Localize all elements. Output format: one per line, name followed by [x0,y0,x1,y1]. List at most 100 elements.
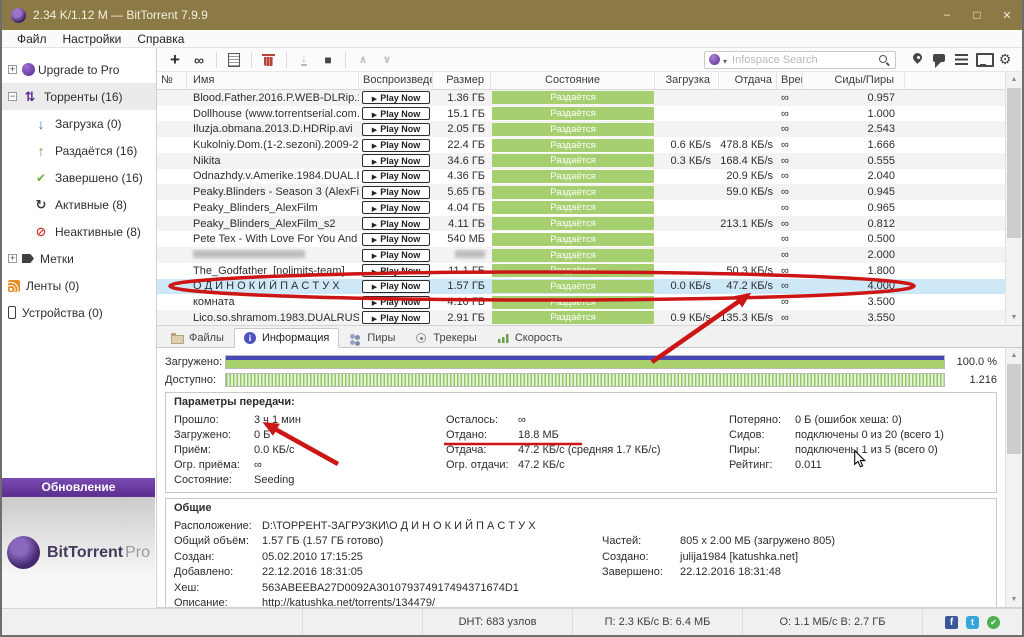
close-icon[interactable] [992,0,1022,30]
column-header[interactable]: Загрузка [655,72,719,89]
scroll-up-icon[interactable] [1006,348,1022,363]
play-icon [372,140,380,150]
queue-down-icon[interactable] [375,50,399,69]
column-header[interactable]: Размер [433,72,491,89]
tab-trackers[interactable]: Трекеры [405,328,486,348]
bittorrent-window: 2.34 K/1.12 M — BitTorrent 7.9.9 ФайлНас… [0,0,1024,637]
monitor-icon[interactable] [972,50,994,69]
start-download-icon[interactable] [292,50,316,69]
queue-up-icon[interactable] [351,50,375,69]
tab-peers[interactable]: Пиры [339,328,405,348]
table-row[interactable]: Pete Tex - With Love For You And Me ... … [157,231,1005,247]
general-value: 05.02.2010 17:15:25 [262,551,363,563]
maximize-icon[interactable] [962,0,992,30]
play-now-button[interactable]: Play Now [362,123,430,136]
play-now-button[interactable]: Play Now [362,139,430,152]
column-header[interactable]: Воспроизведе... [359,72,433,89]
table-row[interactable]: комната Play Now 4.10 ГБ Раздаётся ∞ 3.5… [157,294,1005,310]
twitter-icon[interactable] [966,616,979,629]
expander-icon[interactable]: − [8,92,17,101]
remove-torrent-icon[interactable] [257,50,281,69]
menu-item[interactable]: Файл [10,32,54,46]
table-row[interactable]: Peaky.Blinders - Season 3 (AlexFilm) ...… [157,184,1005,200]
scroll-thumb[interactable] [1007,364,1021,454]
sidebar-item-device[interactable]: Устройства (0) [2,299,156,326]
table-scrollbar[interactable] [1005,72,1022,325]
column-header[interactable]: Имя [187,72,359,89]
menu-item[interactable]: Настройки [56,32,129,46]
play-now-button[interactable]: Play Now [362,201,430,214]
column-header[interactable]: Состояние [491,72,655,89]
play-now-button[interactable]: Play Now [362,264,430,277]
pin-icon[interactable] [906,50,928,69]
sidebar-item-check[interactable]: Завершено (16) [2,164,156,191]
sidebar-item-globe[interactable]: + Upgrade to Pro [2,56,156,83]
add-torrent-icon[interactable] [163,50,187,69]
info-scrollbar[interactable] [1005,348,1022,607]
sidebar-item-tag[interactable]: + Метки [2,245,156,272]
expander-icon[interactable]: + [8,254,17,263]
general-label-right: Завершено: [602,566,680,578]
table-row[interactable]: Lico.so.shramom.1983.DUALRUS.BDRi... Pla… [157,310,1005,325]
scroll-thumb[interactable] [1007,88,1021,238]
play-now-button[interactable]: Play Now [362,91,430,104]
column-header[interactable]: Сиды/Пиры [803,72,905,89]
table-row[interactable]: Odnazhdy.v.Amerike.1984.DUAL.BDRi... Pla… [157,169,1005,185]
add-link-icon[interactable] [187,50,211,69]
cell-size: 540 МБ [433,233,491,245]
play-now-button[interactable]: Play Now [362,217,430,230]
sidebar-item-arrow-down[interactable]: Загрузка (0) [2,110,156,137]
settings-icon[interactable] [994,50,1016,69]
search-icon[interactable] [877,53,891,67]
play-now-button[interactable]: Play Now [362,107,430,120]
tab-info[interactable]: Информация [234,328,339,348]
table-row[interactable]: Peaky_Blinders_AlexFilm Play Now 4.04 ГБ… [157,200,1005,216]
sidebar-item-rss[interactable]: Ленты (0) [2,272,156,299]
play-now-button[interactable]: Play Now [362,311,430,324]
play-now-button[interactable]: Play Now [362,249,430,262]
sidebar-item-inactive[interactable]: Неактивные (8) [2,218,156,245]
sidebar-item-arrow-up[interactable]: Раздаётся (16) [2,137,156,164]
status-ok-icon[interactable] [987,616,1000,629]
cell-size: 11.1 ГБ [433,265,491,277]
table-row[interactable]: The_Godfather_[nolimits-team] Play Now 1… [157,263,1005,279]
column-header[interactable]: № [157,72,187,89]
tab-speed[interactable]: Скорость [487,328,573,348]
list-icon[interactable] [950,50,972,69]
table-row[interactable]: Nikita Play Now 34.6 ГБ Раздаётся 0.3 КБ… [157,153,1005,169]
expander-icon[interactable]: + [8,65,17,74]
facebook-icon[interactable] [945,616,958,629]
table-row[interactable]: Iluzja.obmana.2013.D.HDRip.avi Play Now … [157,121,1005,137]
table-row[interactable]: Play Now Раздаётся ∞ 2.000 [157,247,1005,263]
table-row[interactable]: Dollhouse (www.torrentserial.com.ua) Pla… [157,106,1005,122]
tab-folder[interactable]: Файлы [161,328,234,348]
cell-download-speed: 0.6 КБ/s [655,139,719,151]
scroll-up-icon[interactable] [1006,72,1022,87]
column-header[interactable]: Время [777,72,803,89]
menu-item[interactable]: Справка [130,32,191,46]
play-now-button[interactable]: Play Now [362,170,430,183]
sidebar-item-torrents[interactable]: − Торренты (16) [2,83,156,110]
minimize-icon[interactable] [932,0,962,30]
table-row[interactable]: О Д И Н О К И Й П А С Т У Х Play Now 1.5… [157,279,1005,295]
sidebar-item-refresh[interactable]: Активные (8) [2,191,156,218]
info-field: Рейтинг: 0.011 [729,457,988,472]
chat-icon[interactable] [928,50,950,69]
table-row[interactable]: Blood.Father.2016.P.WEB-DLRip.14O... Pla… [157,90,1005,106]
search-input[interactable] [730,53,874,67]
cell-eta: ∞ [777,170,803,182]
search-engine-icon[interactable] [709,54,720,65]
play-now-button[interactable]: Play Now [362,233,430,246]
play-now-button[interactable]: Play Now [362,296,430,309]
stop-icon[interactable] [316,50,340,69]
download-status: П: 2.3 КБ/с В: 6.4 МБ [572,609,742,635]
play-now-button[interactable]: Play Now [362,186,430,199]
column-header[interactable]: Отдача [719,72,777,89]
create-torrent-icon[interactable] [222,50,246,69]
update-button[interactable]: Обновление [2,478,155,497]
chevron-down-icon[interactable] [723,51,727,69]
table-row[interactable]: Kukolniy.Dom.(1-2.sezoni).2009-2010... P… [157,137,1005,153]
play-now-button[interactable]: Play Now [362,154,430,167]
play-now-button[interactable]: Play Now [362,280,430,293]
table-row[interactable]: Peaky_Blinders_AlexFilm_s2 Play Now 4.11… [157,216,1005,232]
